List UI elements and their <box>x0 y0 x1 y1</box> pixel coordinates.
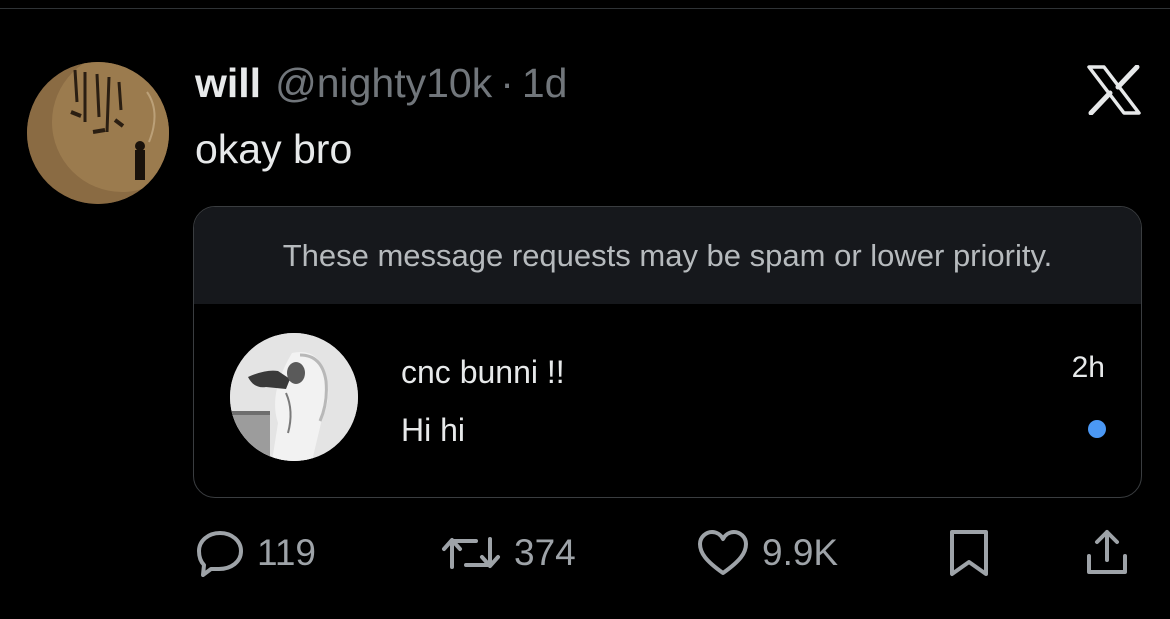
author-name[interactable]: will <box>195 60 261 107</box>
share-button[interactable] <box>1083 525 1131 581</box>
message-time: 2h <box>1071 351 1105 384</box>
separator-dot: · <box>500 60 514 106</box>
divider <box>0 8 1170 9</box>
reply-button[interactable]: 119 <box>195 525 316 581</box>
reply-icon <box>197 531 243 577</box>
spam-warning-banner: These message requests may be spam or lo… <box>194 207 1141 304</box>
heart-icon <box>698 530 748 575</box>
like-count: 9.9K <box>762 532 839 573</box>
repost-count: 374 <box>514 532 576 573</box>
tweet-timestamp[interactable]: 1d <box>522 60 568 107</box>
share-icon <box>1087 530 1127 574</box>
tweet-text: okay bro <box>195 126 353 172</box>
bookmark-button[interactable] <box>946 525 992 581</box>
message-request-row[interactable]: cnc bunni !! Hi hi 2h <box>194 304 1141 497</box>
x-logo-icon <box>1087 64 1141 116</box>
author-avatar[interactable] <box>27 62 169 204</box>
repost-button[interactable]: 374 <box>440 525 576 581</box>
tweet-screenshot: will @nighty10k · 1d okay bro These mess… <box>0 0 1170 619</box>
author-handle[interactable]: @nighty10k <box>275 60 492 107</box>
action-bar: 119 374 9.9K <box>0 525 1170 581</box>
embedded-screenshot[interactable]: These message requests may be spam or lo… <box>193 206 1142 498</box>
bookmark-icon <box>950 530 988 576</box>
reply-count: 119 <box>257 532 316 573</box>
sender-avatar[interactable] <box>230 333 358 461</box>
sender-name: cnc bunni !! <box>401 354 565 390</box>
message-preview: Hi hi <box>401 412 466 448</box>
repost-icon <box>442 537 500 569</box>
tweet-header: will @nighty10k · 1d <box>195 60 567 116</box>
unread-indicator <box>1088 420 1106 438</box>
like-button[interactable]: 9.9K <box>696 525 838 581</box>
